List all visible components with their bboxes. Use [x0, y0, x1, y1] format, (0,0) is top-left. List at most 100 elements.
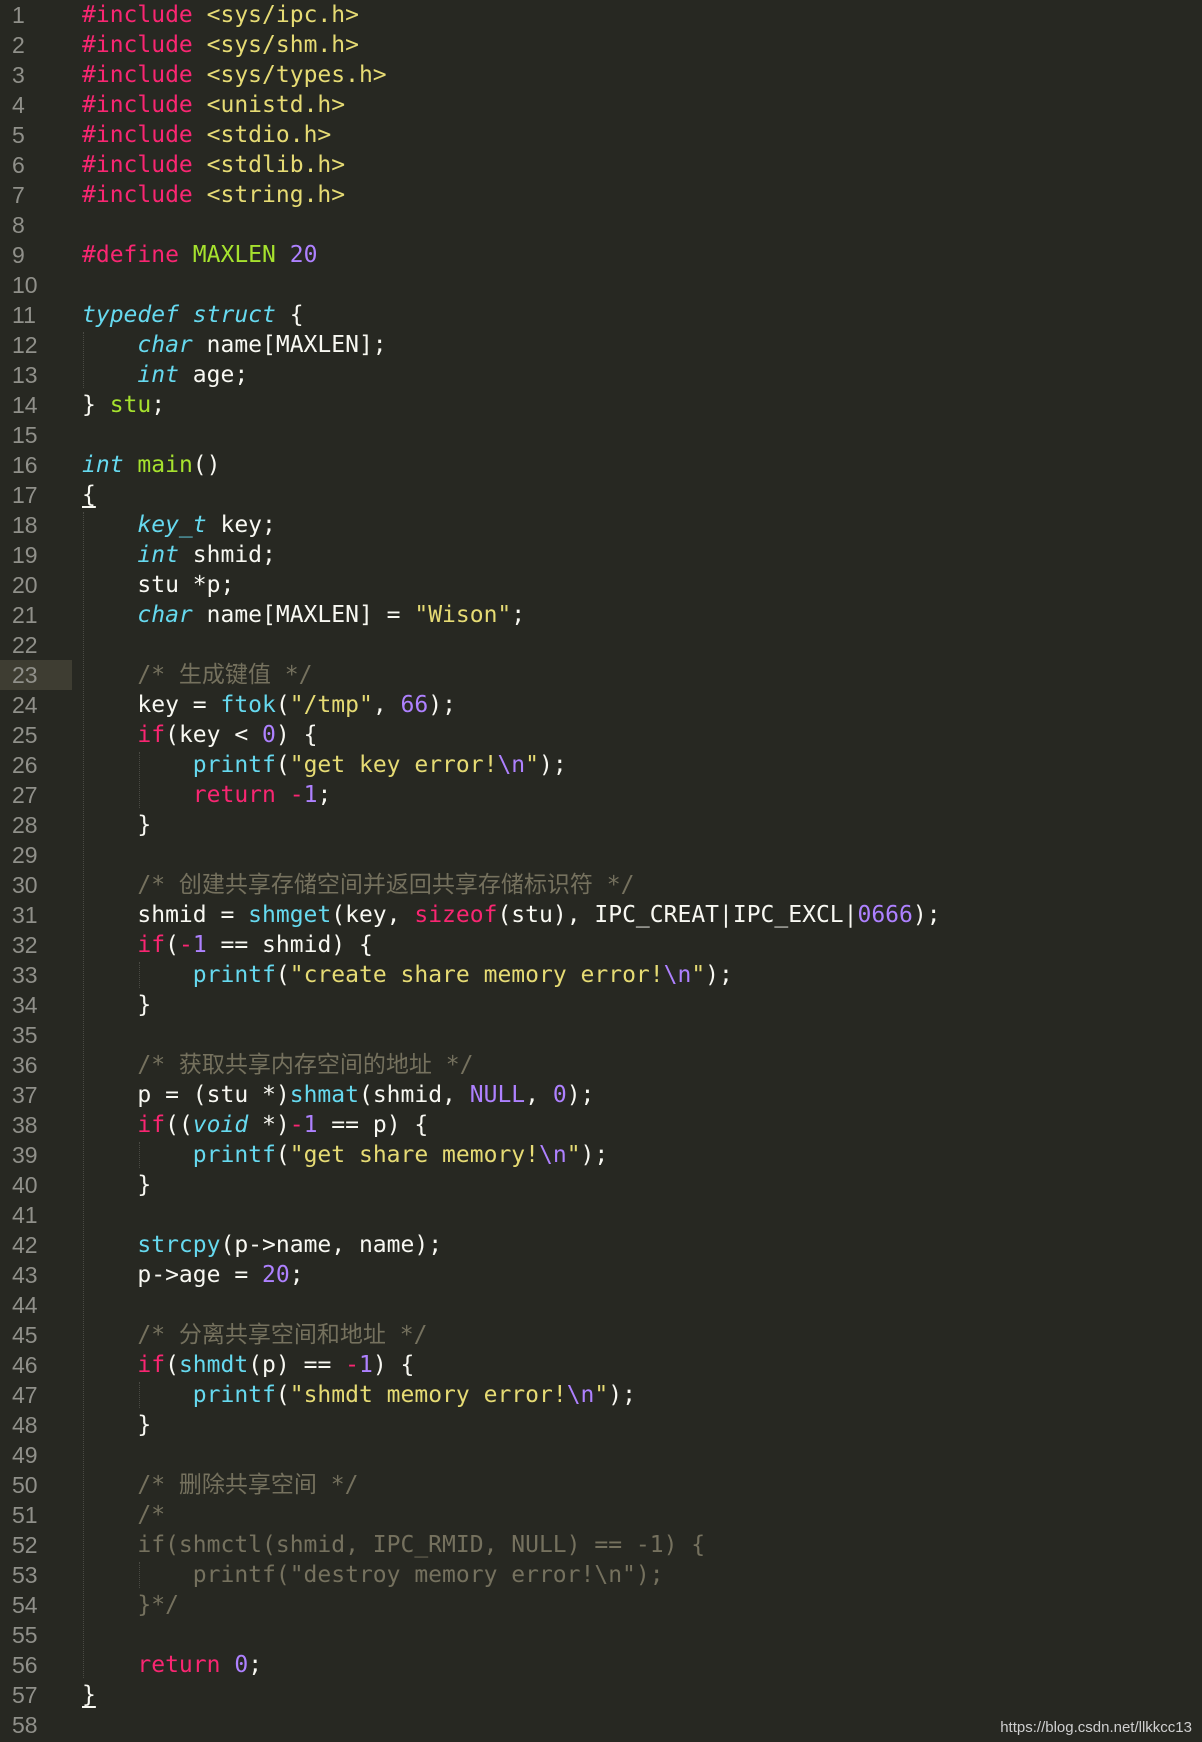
code-line[interactable]: 7 #include <string.h>: [0, 180, 1202, 210]
code-line[interactable]: 33 printf("create share memory error!\n"…: [0, 960, 1202, 990]
code-line[interactable]: 9 #define MAXLEN 20: [0, 240, 1202, 270]
code-line[interactable]: 56 return 0;: [0, 1650, 1202, 1680]
code-editor[interactable]: 1 #include <sys/ipc.h> 2 #include <sys/shm.…: [0, 0, 1202, 1742]
code-line[interactable]: 50 /* 删除共享空间 */: [0, 1470, 1202, 1500]
line-code: /* 删除共享空间 */: [82, 1470, 358, 1500]
line-number: 30: [12, 872, 38, 898]
code-line[interactable]: 30 /* 创建共享存储空间并返回共享存储标识符 */: [0, 870, 1202, 900]
code-token: if: [137, 932, 166, 958]
code-line[interactable]: 16 int main(): [0, 450, 1202, 480]
code-line[interactable]: 57}: [0, 1680, 1202, 1710]
code-line[interactable]: 6 #include <stdlib.h>: [0, 150, 1202, 180]
code-line[interactable]: 31 shmid = shmget(key, sizeof(stu), IPC_…: [0, 900, 1202, 930]
code-line[interactable]: 13 int age;: [0, 360, 1202, 390]
code-token: {: [82, 482, 96, 508]
code-token: #include: [82, 152, 193, 178]
code-line[interactable]: 23 /* 生成键值 */: [0, 660, 1202, 690]
code-token: if: [137, 1112, 166, 1138]
code-line[interactable]: 10: [0, 270, 1202, 300]
code-line[interactable]: 29: [0, 840, 1202, 870]
line-number: 53: [12, 1562, 38, 1588]
code-token: (: [275, 962, 290, 988]
code-line[interactable]: 41: [0, 1200, 1202, 1230]
code-line[interactable]: 32 if(-1 == shmid) {: [0, 930, 1202, 960]
code-token: -: [345, 1352, 359, 1378]
code-line[interactable]: 49: [0, 1440, 1202, 1470]
code-line[interactable]: 27 return -1;: [0, 780, 1202, 810]
code-token: "/tmp": [289, 692, 373, 718]
code-token: if: [137, 722, 166, 748]
code-line[interactable]: 38 if((void *)-1 == p) {: [0, 1110, 1202, 1140]
code-line[interactable]: 43 p->age = 20;: [0, 1260, 1202, 1290]
code-line[interactable]: 52 if(shmctl(shmid, IPC_RMID, NULL) == -…: [0, 1530, 1202, 1560]
code-line[interactable]: 3 #include <sys/types.h>: [0, 60, 1202, 90]
code-line[interactable]: 34 }: [0, 990, 1202, 1020]
code-line[interactable]: 39 printf("get share memory!\n");: [0, 1140, 1202, 1170]
code-line[interactable]: 35: [0, 1020, 1202, 1050]
code-token: int: [137, 362, 179, 388]
code-line[interactable]: 14} stu;: [0, 390, 1202, 420]
line-code: return -1;: [82, 780, 332, 810]
code-line[interactable]: 45 /* 分离共享空间和地址 */: [0, 1320, 1202, 1350]
code-line[interactable]: 48 }: [0, 1410, 1202, 1440]
line-code: #define MAXLEN 20: [82, 240, 317, 270]
code-line[interactable]: 55: [0, 1620, 1202, 1650]
code-line[interactable]: 54 }*/: [0, 1590, 1202, 1620]
code-line[interactable]: 18 key_t key;: [0, 510, 1202, 540]
code-line[interactable]: 37 p = (stu *)shmat(shmid, NULL, 0);: [0, 1080, 1202, 1110]
code-line[interactable]: 22: [0, 630, 1202, 660]
line-code: int main(): [82, 450, 221, 480]
code-token: printf("destroy memory error!\n");: [192, 1562, 664, 1588]
line-number: 20: [12, 572, 38, 598]
code-token: shmdt: [178, 1352, 249, 1378]
code-token: stu *p;: [82, 572, 235, 598]
code-line[interactable]: 47 printf("shmdt memory error!\n");: [0, 1380, 1202, 1410]
code-line[interactable]: 17 {: [0, 480, 1202, 510]
code-line[interactable]: 11 typedef struct {: [0, 300, 1202, 330]
line-code: char name[MAXLEN] = "Wison";: [82, 600, 525, 630]
line-number: 56: [12, 1652, 38, 1678]
code-line[interactable]: 36 /* 获取共享内存空间的地址 */: [0, 1050, 1202, 1080]
code-line[interactable]: 26 printf("get key error!\n");: [0, 750, 1202, 780]
code-line[interactable]: 1 #include <sys/ipc.h>: [0, 0, 1202, 30]
code-line[interactable]: 51 /*: [0, 1500, 1202, 1530]
code-token: ;: [289, 1262, 304, 1288]
code-line[interactable]: 40 }: [0, 1170, 1202, 1200]
line-number: 42: [12, 1232, 38, 1258]
code-token: <sys/ipc.h>: [206, 2, 359, 28]
code-line[interactable]: 28 }: [0, 810, 1202, 840]
code-token: #include: [82, 2, 193, 28]
code-line[interactable]: 42 strcpy(p->name, name);: [0, 1230, 1202, 1260]
code-line[interactable]: 4 #include <unistd.h>: [0, 90, 1202, 120]
code-line[interactable]: 8: [0, 210, 1202, 240]
code-line[interactable]: 15: [0, 420, 1202, 450]
line-number: 51: [12, 1502, 38, 1528]
code-line[interactable]: 24 key = ftok("/tmp", 66);: [0, 690, 1202, 720]
code-token: );: [580, 1142, 609, 1168]
code-line[interactable]: 46 if(shmdt(p) == -1) {: [0, 1350, 1202, 1380]
code-token: -: [178, 932, 193, 958]
code-line[interactable]: 53 printf("destroy memory error!\n");: [0, 1560, 1202, 1590]
code-line[interactable]: 25 if(key < 0) {: [0, 720, 1202, 750]
code-token: struct: [192, 302, 276, 328]
line-number: 36: [12, 1052, 38, 1078]
line-number: 25: [12, 722, 38, 748]
code-token: /* 获取共享内存空间的地址 */: [137, 1052, 474, 1078]
code-token: );: [705, 962, 733, 988]
code-line[interactable]: 5 #include <stdio.h>: [0, 120, 1202, 150]
code-token: ": [594, 1382, 609, 1408]
code-line[interactable]: 21 char name[MAXLEN] = "Wison";: [0, 600, 1202, 630]
code-line[interactable]: 44: [0, 1290, 1202, 1320]
indent-guide: [139, 752, 140, 808]
code-line[interactable]: 19 int shmid;: [0, 540, 1202, 570]
line-code: int age;: [82, 360, 248, 390]
code-line[interactable]: 12 char name[MAXLEN];: [0, 330, 1202, 360]
code-token: <string.h>: [206, 182, 346, 208]
code-line[interactable]: 2 #include <sys/shm.h>: [0, 30, 1202, 60]
code-line[interactable]: 20 stu *p;: [0, 570, 1202, 600]
